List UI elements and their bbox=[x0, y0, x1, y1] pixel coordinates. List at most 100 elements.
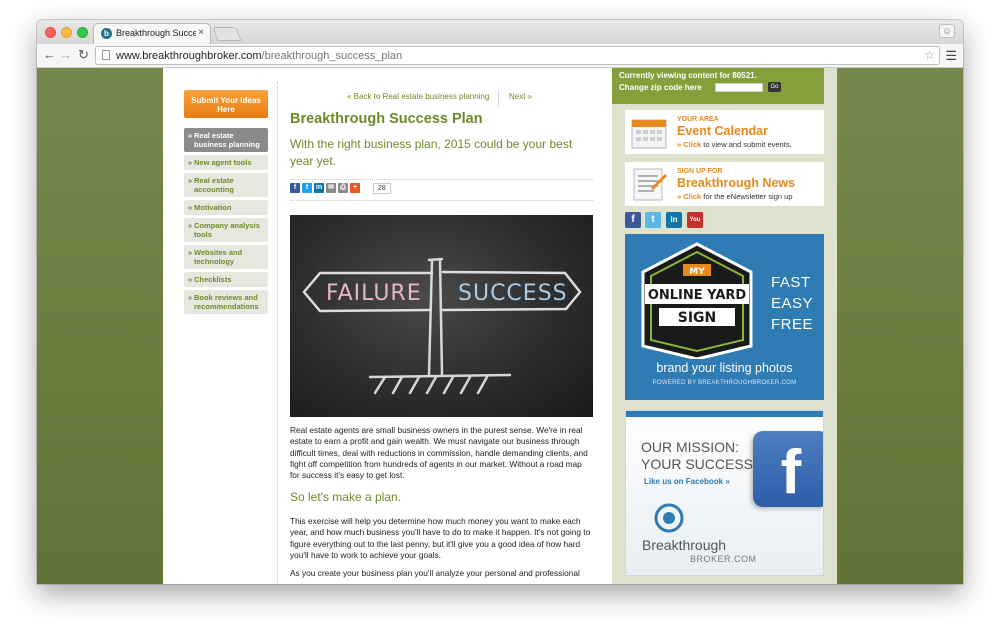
yard-sign-text: SIGN bbox=[678, 310, 717, 326]
twitter-icon[interactable]: t bbox=[645, 212, 661, 228]
browser-tab[interactable]: b Breakthrough Success Pla × bbox=[93, 23, 211, 44]
nav-item-checklists[interactable]: Checklists bbox=[184, 272, 268, 287]
url-text: www.breakthroughbroker.com/breakthrough_… bbox=[116, 50, 402, 62]
youtube-icon[interactable]: You bbox=[687, 212, 703, 228]
yard-free-text: FREE bbox=[771, 316, 814, 333]
divider bbox=[290, 179, 593, 180]
news-title: Breakthrough News bbox=[677, 176, 796, 190]
new-tab-button[interactable] bbox=[212, 27, 242, 41]
zip-change-label: Change zip code here bbox=[619, 83, 702, 92]
page-icon bbox=[102, 50, 110, 60]
newspaper-icon bbox=[633, 168, 667, 201]
tab-title: Breakthrough Success Pla bbox=[116, 28, 196, 38]
news-kicker: SIGN UP FOR bbox=[677, 168, 723, 175]
close-window-button[interactable] bbox=[45, 27, 56, 38]
mission-line2: YOUR SUCCESS bbox=[641, 456, 754, 472]
sign-failure-text: FAILURE bbox=[326, 281, 422, 306]
facebook-share-icon[interactable]: f bbox=[290, 183, 300, 193]
event-kicker: YOUR AREA bbox=[677, 116, 719, 123]
calendar-icon bbox=[631, 119, 667, 149]
article-paragraph: Real estate agents are small business ow… bbox=[290, 425, 588, 481]
page-viewport: Submit Your Ideas Here Real estate busin… bbox=[37, 68, 963, 584]
print-share-icon[interactable]: ⎙ bbox=[338, 183, 348, 193]
zip-code-bar: Currently viewing content for 80521. Cha… bbox=[612, 68, 824, 104]
yard-easy-text: EASY bbox=[771, 295, 814, 312]
nav-item-book-reviews[interactable]: Book reviews and recommendations bbox=[184, 290, 268, 314]
facebook-icon[interactable]: f bbox=[625, 212, 641, 228]
nav-item-new-agent-tools[interactable]: New agent tools bbox=[184, 155, 268, 170]
zip-code-input[interactable] bbox=[715, 83, 763, 92]
link-separator bbox=[498, 90, 499, 106]
section-heading: So let's make a plan. bbox=[290, 490, 402, 504]
facebook-like-link[interactable]: Like us on Facebook » bbox=[644, 477, 730, 486]
page-container: Submit Your Ideas Here Real estate busin… bbox=[163, 68, 837, 584]
url-path: /breakthrough_success_plan bbox=[261, 50, 403, 62]
email-share-icon[interactable]: ✉ bbox=[326, 183, 336, 193]
chalkboard-signpost: FAILURE SUCCESS bbox=[302, 257, 582, 395]
nav-item-accounting[interactable]: Real estate accounting bbox=[184, 173, 268, 197]
forward-arrow-icon[interactable]: → bbox=[59, 48, 72, 62]
yard-fast-text: FAST bbox=[771, 274, 811, 291]
browser-toolbar: ← → ↻ www.breakthroughbroker.com/breakth… bbox=[37, 44, 963, 68]
minimize-window-button[interactable] bbox=[61, 27, 72, 38]
tab-strip: b Breakthrough Success Pla × ☺ bbox=[37, 20, 963, 44]
browser-window: b Breakthrough Success Pla × ☺ ← → ↻ www… bbox=[37, 20, 963, 584]
breakthrough-logo-icon bbox=[654, 503, 684, 533]
twitter-share-icon[interactable]: t bbox=[302, 183, 312, 193]
right-sidebar: Currently viewing content for 80521. Cha… bbox=[612, 68, 837, 584]
mission-title: OUR MISSION: YOUR SUCCESS bbox=[641, 439, 753, 473]
nav-item-websites-technology[interactable]: Websites and technology bbox=[184, 245, 268, 269]
article-subtitle: With the right business plan, 2015 could… bbox=[290, 137, 573, 168]
article-pagination: « Back to Real estate business planning … bbox=[347, 90, 592, 108]
reload-icon[interactable]: ↻ bbox=[78, 48, 89, 62]
category-nav: Real estate business planning New agent … bbox=[184, 128, 268, 317]
mission-line1: OUR MISSION: bbox=[641, 439, 740, 455]
zip-go-button[interactable]: Go bbox=[768, 82, 781, 92]
yard-my-text: MY bbox=[689, 267, 705, 277]
column-divider bbox=[277, 82, 278, 584]
divider bbox=[290, 200, 593, 201]
linkedin-icon[interactable]: in bbox=[666, 212, 682, 228]
article-title: Breakthrough Success Plan bbox=[290, 111, 483, 127]
online-yard-sign-ad[interactable]: MY ONLINE YARD SIGN FAST EASY FREE brand… bbox=[625, 234, 824, 400]
sign-success-text: SUCCESS bbox=[458, 281, 568, 306]
event-text: » Click to view and submit events. bbox=[677, 140, 792, 149]
article-hero-image: FAILURE SUCCESS bbox=[290, 215, 593, 417]
linkedin-share-icon[interactable]: in bbox=[314, 183, 324, 193]
breakthrough-logo-name: Breakthrough bbox=[642, 537, 727, 553]
bookmark-star-icon[interactable]: ☆ bbox=[924, 48, 935, 62]
share-count: 28 bbox=[373, 183, 391, 194]
article-paragraph: This exercise will help you determine ho… bbox=[290, 516, 591, 560]
news-text: » Click for the eNewsletter sign up bbox=[677, 192, 792, 201]
address-bar[interactable]: www.breakthroughbroker.com/breakthrough_… bbox=[95, 46, 940, 65]
more-share-icon[interactable]: + bbox=[350, 183, 360, 193]
url-domain: www.breakthroughbroker.com bbox=[116, 50, 262, 62]
article-paragraph: As you create your business plan you'll … bbox=[290, 568, 580, 578]
event-click-link[interactable]: » Click bbox=[677, 140, 701, 149]
back-link[interactable]: « Back to Real estate business planning bbox=[347, 92, 489, 101]
newsletter-promo[interactable]: SIGN UP FOR Breakthrough News » Click fo… bbox=[625, 162, 824, 206]
tab-close-icon[interactable]: × bbox=[198, 27, 204, 38]
breakthrough-logo-sub: BROKER.COM bbox=[690, 554, 757, 564]
yard-brand-text: brand your listing photos bbox=[656, 361, 793, 375]
zoom-window-button[interactable] bbox=[77, 27, 88, 38]
nav-item-business-planning[interactable]: Real estate business planning bbox=[184, 128, 268, 152]
zip-status-text: Currently viewing content for 80521. bbox=[619, 71, 757, 80]
browser-menu-icon[interactable]: ☰ bbox=[945, 48, 957, 64]
facebook-logo-icon: f bbox=[753, 431, 823, 507]
nav-item-motivation[interactable]: Motivation bbox=[184, 200, 268, 215]
yard-powered-text: POWERED BY BREAKTHROUGHBROKER.COM bbox=[652, 380, 797, 386]
news-click-link[interactable]: » Click bbox=[677, 192, 701, 201]
event-text-rest: to view and submit events. bbox=[701, 140, 792, 149]
site-favicon-icon: b bbox=[101, 28, 112, 39]
mission-facebook-ad[interactable]: OUR MISSION: YOUR SUCCESS Like us on Fac… bbox=[625, 410, 824, 576]
next-link[interactable]: Next » bbox=[509, 92, 532, 101]
submit-ideas-button[interactable]: Submit Your Ideas Here bbox=[184, 90, 268, 118]
profile-icon[interactable]: ☺ bbox=[939, 24, 955, 38]
event-title: Event Calendar bbox=[677, 124, 769, 138]
nav-item-company-analysis[interactable]: Company analysis tools bbox=[184, 218, 268, 242]
news-text-rest: for the eNewsletter sign up bbox=[701, 192, 793, 201]
event-calendar-promo[interactable]: YOUR AREA Event Calendar » Click to view… bbox=[625, 110, 824, 154]
back-arrow-icon[interactable]: ← bbox=[43, 48, 56, 62]
ad-top-band bbox=[626, 411, 823, 417]
